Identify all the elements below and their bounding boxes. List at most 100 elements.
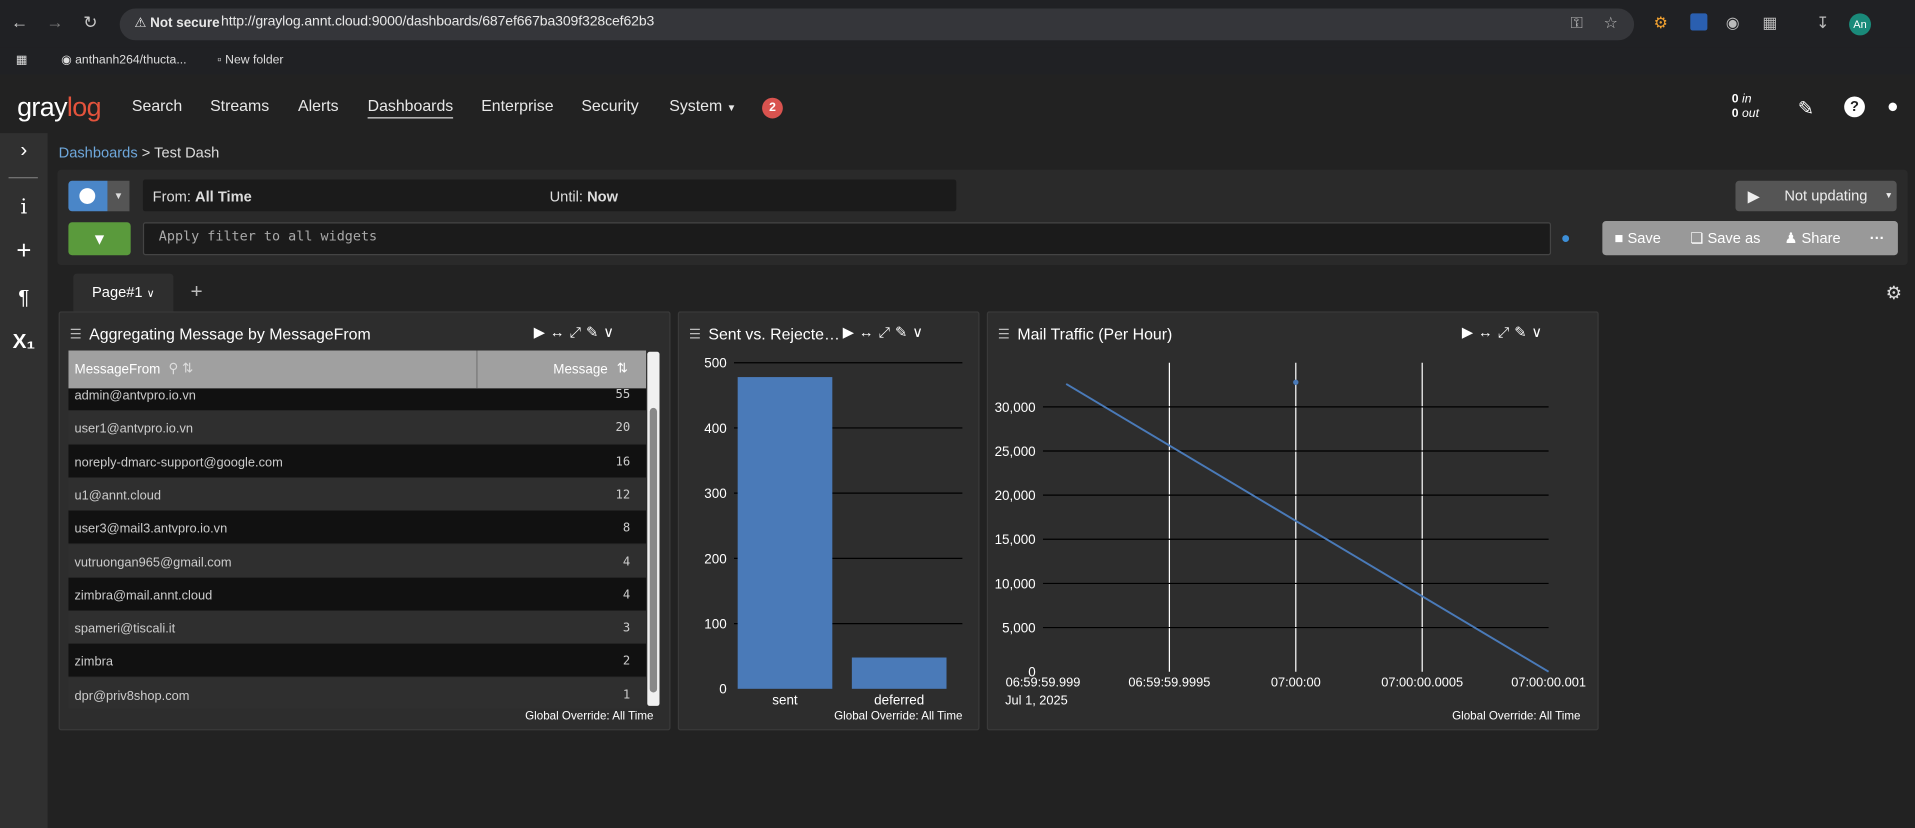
apps-grid-icon[interactable]: ▦ <box>16 54 28 67</box>
chevron-down-icon[interactable]: ∨ <box>912 324 928 341</box>
breadcrumb-dashboards[interactable]: Dashboards <box>59 144 138 161</box>
profile-avatar[interactable]: An <box>1849 13 1872 36</box>
add-tab-button[interactable]: + <box>191 280 203 304</box>
nav-streams[interactable]: Streams <box>210 96 269 114</box>
cell-message-from[interactable]: zimbra <box>74 655 112 670</box>
add-icon[interactable]: + <box>0 237 48 266</box>
parameters-icon[interactable]: X₁ <box>0 330 48 354</box>
help-icon[interactable]: ? <box>1844 96 1865 118</box>
play-icon[interactable]: ▶ <box>843 324 859 341</box>
filter-input[interactable]: Apply filter to all widgets <box>142 222 1552 256</box>
graylog-logo[interactable]: graylog <box>17 92 101 124</box>
table-row[interactable]: zimbra 2 <box>68 644 647 678</box>
user-icon[interactable]: ● <box>1887 96 1899 118</box>
star-icon[interactable]: ☆ <box>1604 13 1618 33</box>
table-row[interactable]: zimbra@mail.annt.cloud 4 <box>68 577 647 611</box>
nav-alerts[interactable]: Alerts <box>298 96 339 114</box>
time-range-button[interactable] <box>68 180 108 212</box>
tab-page1[interactable]: Page#1 ∨ <box>73 273 174 312</box>
reload-icon[interactable]: ↻ <box>78 12 102 33</box>
share-button[interactable]: ♟ Share <box>1784 230 1840 247</box>
cell-message-count: 12 <box>615 488 631 502</box>
gear-icon[interactable]: ⚙ <box>1886 282 1902 304</box>
more-button[interactable]: ··· <box>1870 230 1885 247</box>
forward-icon[interactable]: → <box>43 12 67 32</box>
edit-icon[interactable]: ✎ <box>1514 324 1531 341</box>
edit-icon[interactable]: ✎ <box>586 324 603 341</box>
column-message[interactable]: Message <box>553 363 608 378</box>
save-as-button[interactable]: ❏ Save as <box>1690 230 1760 247</box>
back-icon[interactable]: ← <box>7 12 31 32</box>
play-icon[interactable]: ▶ <box>1462 324 1478 341</box>
table-row[interactable]: spameri@tiscali.it 3 <box>68 610 647 644</box>
nav-system[interactable]: System ▼ <box>669 96 736 114</box>
puzzle-icon[interactable]: ▦ <box>1762 13 1777 33</box>
scrollbar-thumb[interactable] <box>649 407 658 693</box>
expand-sidebar-icon[interactable]: › <box>0 138 48 162</box>
cell-message-from[interactable]: admin@antvpro.io.vn <box>74 388 195 403</box>
table-row[interactable]: vutruongan965@gmail.com 4 <box>68 544 647 578</box>
drag-handle-icon[interactable]: ☰ <box>998 326 1010 342</box>
drag-handle-icon[interactable]: ☰ <box>70 326 82 342</box>
fullscreen-icon[interactable]: ⤢ <box>1498 324 1515 341</box>
sort-icon[interactable]: ⇅ <box>617 360 628 377</box>
extension-icon[interactable]: ⚙ <box>1654 13 1668 33</box>
notification-badge[interactable]: 2 <box>762 97 783 119</box>
table-row[interactable]: dpr@priv8shop.com 1 <box>68 677 647 709</box>
chevron-down-icon[interactable]: ∨ <box>1531 324 1547 341</box>
widget-title[interactable]: Aggregating Message by MessageFrom <box>89 325 541 343</box>
time-range-dropdown[interactable]: ▼ <box>107 180 130 212</box>
widget-title[interactable]: Sent vs. Rejecte… <box>708 325 840 343</box>
camera-icon[interactable]: ◉ <box>1726 13 1740 33</box>
hover-marker <box>1293 379 1299 385</box>
pin-icon[interactable]: ⚲ ⇅ <box>169 360 194 377</box>
widget-title[interactable]: Mail Traffic (Per Hour) <box>1017 325 1383 343</box>
nav-search[interactable]: Search <box>132 96 182 114</box>
cell-message-from[interactable]: spameri@tiscali.it <box>74 622 175 637</box>
lightbulb-icon[interactable]: ● <box>1561 228 1571 246</box>
throughput-indicator[interactable]: 0 in 0 out <box>1732 93 1759 122</box>
column-messagefrom[interactable]: MessageFrom <box>74 363 160 378</box>
table-row[interactable]: user1@antvpro.io.vn 20 <box>68 410 647 444</box>
cell-message-from[interactable]: vutruongan965@gmail.com <box>74 555 231 570</box>
bookmark-github[interactable]: ◉ anthanh264/thucta... <box>61 54 186 67</box>
cell-message-from[interactable]: dpr@priv8shop.com <box>74 688 189 703</box>
expand-horizontal-icon[interactable]: ↔ <box>859 324 879 341</box>
x-tick-label: 07:00:00 <box>1271 674 1321 689</box>
time-override-label: Global Override: All Time <box>834 709 963 724</box>
download-icon[interactable]: ↧ <box>1816 13 1829 33</box>
cell-message-from[interactable]: u1@annt.cloud <box>74 488 160 503</box>
cell-message-from[interactable]: noreply-dmarc-support@google.com <box>74 455 282 470</box>
table-row[interactable]: user3@mail3.antvpro.io.vn 8 <box>68 510 647 544</box>
cell-message-from[interactable]: user1@antvpro.io.vn <box>74 422 193 437</box>
edit-icon[interactable]: ✎ <box>1798 96 1814 120</box>
bar-chart: 0 100 200 300 400 500 sent deferred <box>704 356 963 708</box>
play-icon[interactable]: ▶ <box>534 324 550 341</box>
nav-dashboards[interactable]: Dashboards <box>367 96 454 119</box>
bookmark-folder[interactable]: ▫ New folder <box>217 54 283 67</box>
series-line <box>1065 383 1550 673</box>
save-button[interactable]: ■ Save <box>1615 230 1661 247</box>
url-text[interactable]: http://graylog.annt.cloud:9000/dashboard… <box>221 15 654 30</box>
fullscreen-icon[interactable]: ⤢ <box>569 324 586 341</box>
expand-horizontal-icon[interactable]: ↔ <box>550 324 570 341</box>
cell-message-from[interactable]: user3@mail3.antvpro.io.vn <box>74 522 227 537</box>
cell-message-from[interactable]: zimbra@mail.annt.cloud <box>74 588 212 603</box>
drag-handle-icon[interactable]: ☰ <box>689 326 701 342</box>
bitwarden-icon[interactable] <box>1690 13 1708 31</box>
table-row[interactable]: noreply-dmarc-support@google.com 16 <box>68 444 647 478</box>
not-secure-indicator[interactable]: ⚠ Not secure <box>134 15 219 31</box>
fullscreen-icon[interactable]: ⤢ <box>878 324 895 341</box>
refresh-toggle[interactable]: ▶ Not updating ▼ <box>1735 180 1897 212</box>
table-row[interactable]: u1@annt.cloud 12 <box>68 477 647 511</box>
nav-security[interactable]: Security <box>581 96 638 114</box>
info-icon[interactable]: i <box>0 195 48 219</box>
pilcrow-icon[interactable]: ¶ <box>0 286 48 310</box>
edit-icon[interactable]: ✎ <box>895 324 912 341</box>
key-icon[interactable]: ⚿ <box>1571 13 1583 33</box>
chevron-down-icon[interactable]: ∨ <box>603 324 619 341</box>
time-range-display[interactable]: From: All Time Until: Now <box>142 179 957 212</box>
nav-enterprise[interactable]: Enterprise <box>481 96 553 114</box>
expand-horizontal-icon[interactable]: ↔ <box>1478 324 1498 341</box>
filter-button[interactable]: ▼ <box>68 222 131 256</box>
